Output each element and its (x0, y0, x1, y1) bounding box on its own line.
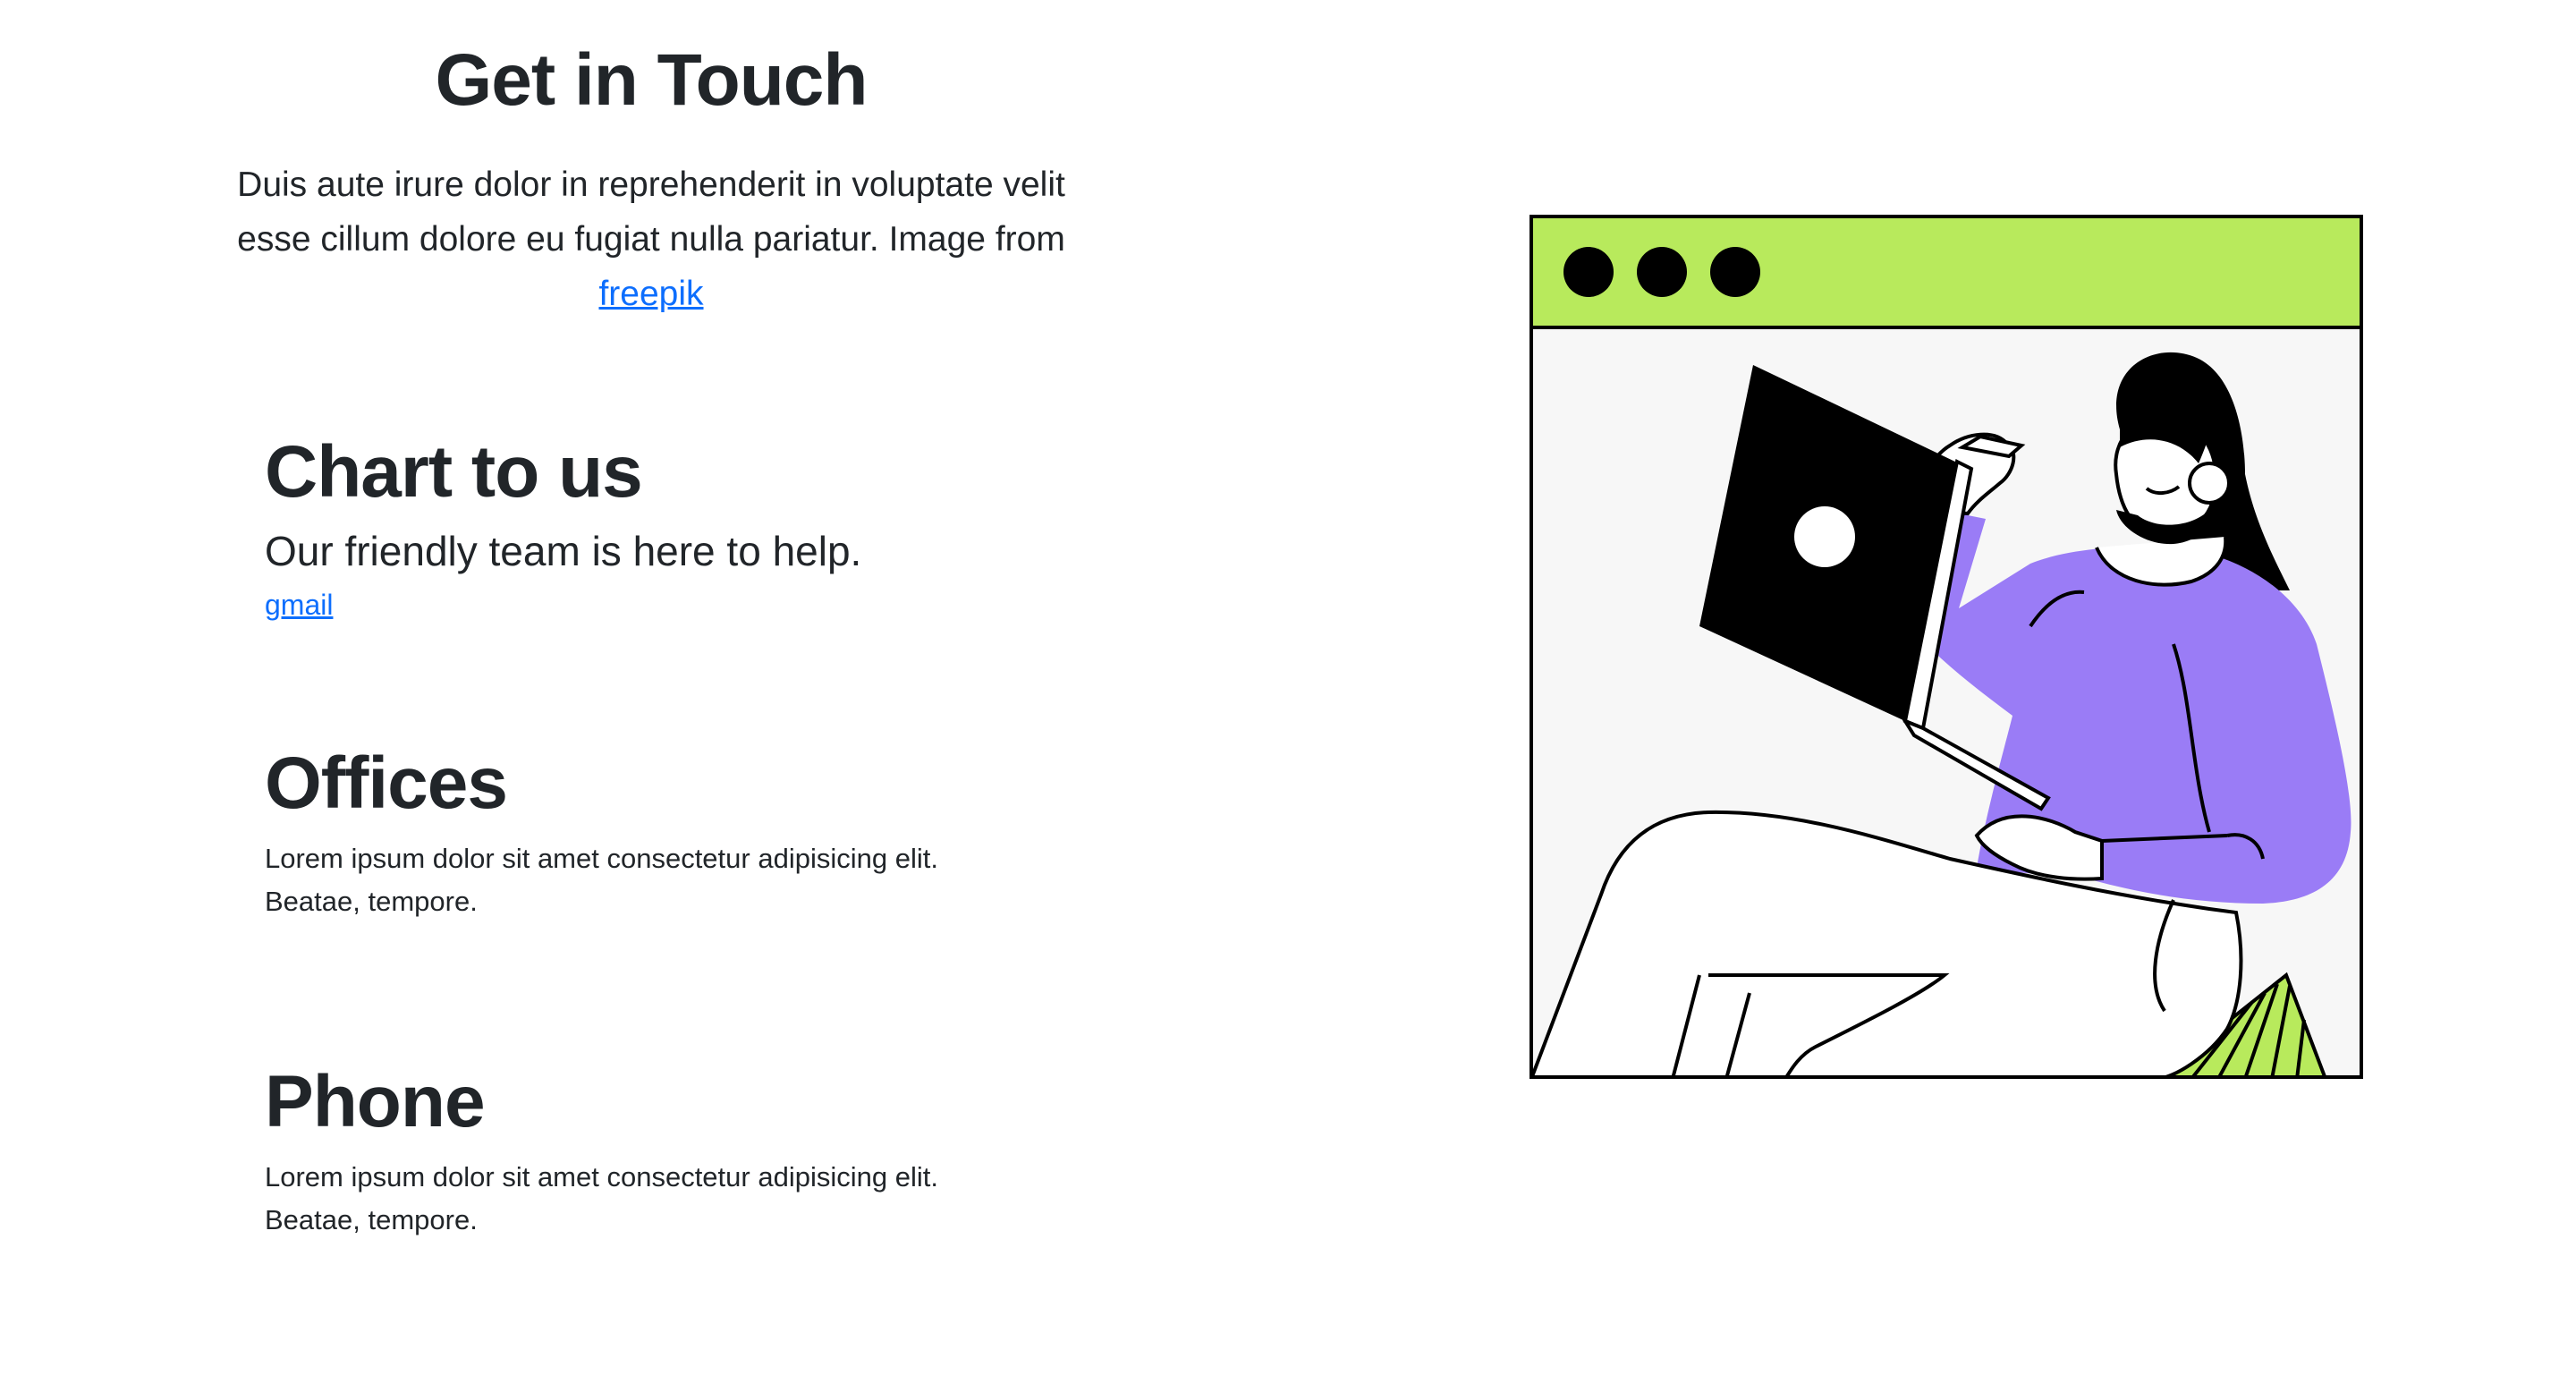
offices-section: Offices Lorem ipsum dolor sit amet conse… (265, 739, 1070, 923)
window-dot-icon (1710, 247, 1760, 297)
intro-description-text: Duis aute irure dolor in reprehenderit i… (237, 166, 1065, 259)
phone-text-line1: Lorem ipsum dolor sit amet consectetur a… (265, 1161, 938, 1193)
offices-title: Offices (265, 743, 508, 824)
laptop-logo-icon (1794, 506, 1855, 567)
phone-text: Lorem ipsum dolor sit amet consectetur a… (265, 1156, 1070, 1242)
phone-text-line2: Beatae, tempore. (265, 1204, 478, 1235)
chat-section: Chart to us Our friendly team is here to… (265, 428, 1070, 626)
chat-title: Chart to us (265, 431, 643, 513)
offices-text-line1: Lorem ipsum dolor sit amet consectetur a… (265, 843, 938, 874)
gmail-link[interactable]: gmail (265, 583, 333, 626)
chat-subtitle: Our friendly team is here to help. (265, 528, 862, 574)
freepik-link[interactable]: freepik (598, 275, 703, 313)
intro-section: Get in Touch Duis aute irure dolor in re… (224, 27, 1079, 321)
intro-description: Duis aute irure dolor in reprehenderit i… (224, 157, 1079, 321)
page-title: Get in Touch (435, 39, 868, 121)
window-dot-icon (1563, 247, 1614, 297)
window-dot-icon (1637, 247, 1687, 297)
contact-page: Get in Touch Duis aute irure dolor in re… (0, 0, 2576, 1392)
ear (2188, 462, 2231, 505)
offices-text: Lorem ipsum dolor sit amet consectetur a… (265, 837, 1070, 923)
woman-with-laptop-illustration (1530, 215, 2363, 1079)
phone-title: Phone (265, 1061, 486, 1142)
phone-section: Phone Lorem ipsum dolor sit amet consect… (265, 1057, 1070, 1242)
offices-text-line2: Beatae, tempore. (265, 886, 478, 917)
